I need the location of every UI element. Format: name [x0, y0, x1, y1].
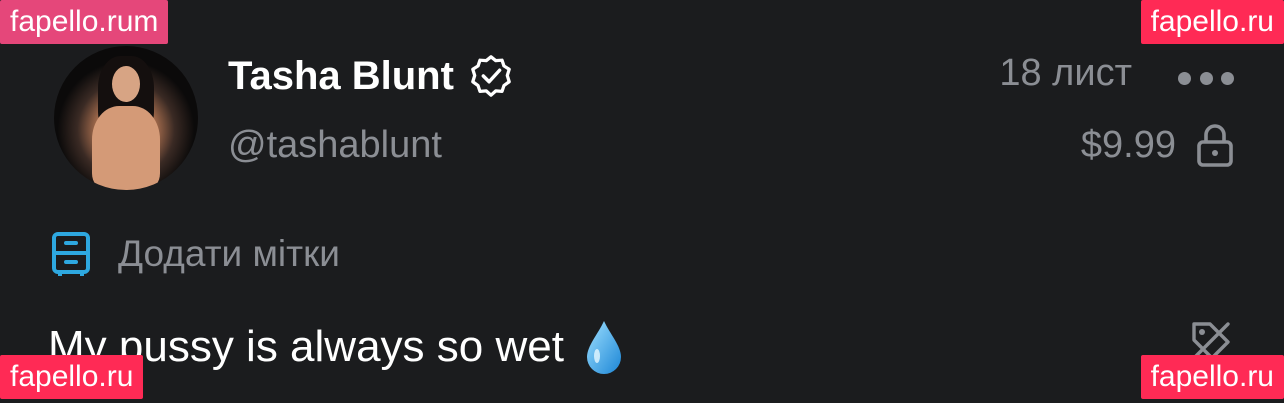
- watermark-bottom-left: fapello.ru: [0, 355, 144, 399]
- watermark-top-left: fapello.rum: [0, 0, 169, 44]
- profile-handle[interactable]: @tashablunt: [228, 124, 442, 167]
- add-tags-label: Додати мітки: [118, 233, 340, 274]
- verified-badge-icon: [471, 55, 511, 97]
- post-date: 18 лист: [999, 52, 1132, 94]
- more-dot-icon: [1199, 71, 1213, 85]
- add-tags-button[interactable]: Додати мітки: [50, 228, 340, 280]
- more-options-button[interactable]: [1178, 58, 1234, 98]
- more-dot-icon: [1178, 71, 1191, 85]
- post-price: $9.99: [1080, 124, 1176, 166]
- lock-icon[interactable]: [1196, 122, 1234, 168]
- droplet-emoji-icon: [586, 321, 621, 374]
- avatar[interactable]: [54, 46, 198, 190]
- avatar-face: [112, 66, 140, 102]
- profile-name-row: Tasha Blunt: [228, 52, 514, 100]
- watermark-top-right: fapello.ru: [1140, 0, 1284, 44]
- profile-name[interactable]: Tasha Blunt: [228, 54, 454, 99]
- avatar-body: [92, 106, 160, 190]
- watermark-bottom-right: fapello.ru: [1140, 355, 1284, 399]
- tag-icon: [52, 232, 90, 276]
- more-dot-icon: [1221, 71, 1234, 85]
